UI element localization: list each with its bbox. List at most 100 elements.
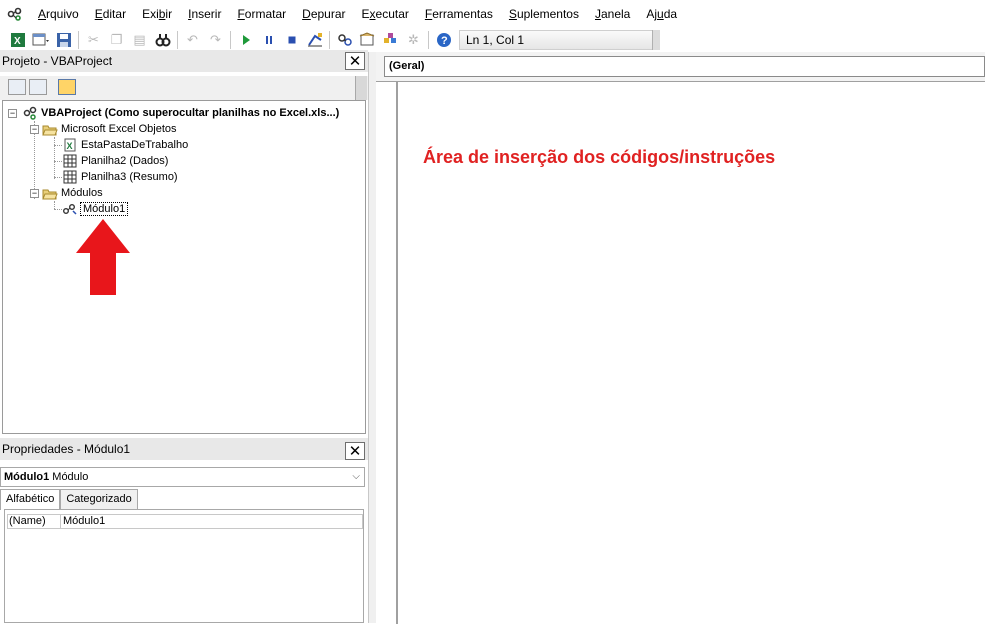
tree-item-label: VBAProject (Como superocultar planilhas … bbox=[41, 107, 340, 119]
run-icon[interactable] bbox=[234, 29, 257, 51]
project-explorer-icon[interactable] bbox=[333, 29, 356, 51]
vba-app-icon[interactable] bbox=[0, 0, 30, 28]
expander-modules[interactable]: − bbox=[30, 189, 39, 198]
property-row-name[interactable]: (Name) Módulo1 bbox=[7, 514, 363, 529]
menu-arquivo[interactable]: Arquivo bbox=[30, 0, 87, 28]
close-icon: ✕ bbox=[348, 442, 362, 460]
tree-item-vbaproject[interactable]: VBAProject (Como superocultar planilhas … bbox=[22, 105, 339, 121]
menu-inserir[interactable]: Inserir bbox=[180, 0, 229, 28]
project-panel-title: Projeto - VBAProject bbox=[0, 50, 368, 72]
tree-item-planilha3[interactable]: Planilha3 (Resumo) bbox=[62, 169, 178, 185]
menu-depurar[interactable]: Depurar bbox=[294, 0, 353, 28]
tree-item-modulo1[interactable]: Módulo1 bbox=[62, 201, 129, 217]
toolbar-separator bbox=[177, 31, 178, 49]
tree-item-label: EstaPastaDeTrabalho bbox=[81, 139, 189, 151]
tree-item-planilha2[interactable]: Planilha2 (Dados) bbox=[62, 153, 168, 169]
tree-connector bbox=[54, 201, 55, 209]
object-dropdown-value: (Geral) bbox=[389, 60, 425, 72]
save-icon[interactable] bbox=[52, 29, 75, 51]
tree-connector bbox=[54, 161, 62, 162]
menu-exibir[interactable]: Exibir bbox=[134, 0, 180, 28]
tree-item-excel-objects[interactable]: Microsoft Excel Objetos bbox=[42, 121, 177, 137]
standard-toolbar: X ✂ ❐ ▤ ↶ ↷ ✲ ? Ln 1, Col 1 bbox=[0, 28, 985, 52]
close-icon: ✕ bbox=[348, 52, 362, 70]
project-panel-close-button[interactable]: ✕ bbox=[345, 52, 365, 70]
menu-editar[interactable]: Editar bbox=[87, 0, 134, 28]
excel-icon[interactable]: X bbox=[6, 29, 29, 51]
toolbar-separator bbox=[329, 31, 330, 49]
svg-text:?: ? bbox=[441, 35, 448, 47]
properties-panel-title-text: Propriedades - Módulo1 bbox=[2, 442, 131, 456]
tree-item-modules[interactable]: Módulos bbox=[42, 185, 103, 201]
object-browser-icon[interactable] bbox=[379, 29, 402, 51]
menu-executar[interactable]: Executar bbox=[354, 0, 417, 28]
tab-categorizado[interactable]: Categorizado bbox=[60, 489, 138, 509]
break-icon[interactable] bbox=[257, 29, 280, 51]
code-margin-bar bbox=[396, 82, 398, 624]
menu-ferramentas[interactable]: Ferramentas bbox=[417, 0, 501, 28]
workbook-icon: X bbox=[62, 138, 78, 152]
menu-ajuda[interactable]: Ajuda bbox=[638, 0, 685, 28]
properties-panel-close-button[interactable]: ✕ bbox=[345, 442, 365, 460]
cursor-position-display: Ln 1, Col 1 bbox=[459, 30, 653, 50]
menu-janela[interactable]: Janela bbox=[587, 0, 638, 28]
insert-userform-icon[interactable] bbox=[29, 29, 52, 51]
tree-connector bbox=[54, 137, 55, 179]
reset-icon[interactable] bbox=[280, 29, 303, 51]
module-icon bbox=[62, 202, 78, 216]
property-divider bbox=[60, 515, 61, 528]
vbaproject-icon bbox=[22, 106, 38, 120]
project-tree: − VBAProject (Como superocultar planilha… bbox=[2, 100, 366, 434]
pane-splitter[interactable] bbox=[368, 52, 376, 623]
tree-item-this-workbook[interactable]: X EstaPastaDeTrabalho bbox=[62, 137, 188, 153]
tree-item-label: Planilha2 (Dados) bbox=[81, 155, 169, 167]
copy-icon[interactable]: ❐ bbox=[105, 29, 128, 51]
properties-window-icon[interactable] bbox=[356, 29, 379, 51]
toggle-folders-button[interactable] bbox=[58, 79, 76, 95]
view-code-button[interactable] bbox=[8, 79, 26, 95]
menu-formatar[interactable]: Formatar bbox=[229, 0, 294, 28]
tree-connector bbox=[54, 177, 62, 178]
toolbar-grip[interactable] bbox=[652, 30, 660, 50]
object-type: Módulo bbox=[52, 471, 89, 483]
help-icon[interactable]: ? bbox=[432, 29, 455, 51]
toolbar-separator bbox=[428, 31, 429, 49]
expander-root[interactable]: − bbox=[8, 109, 17, 118]
chevron-down-icon: ⌵ bbox=[352, 471, 360, 482]
expander-excel-objects[interactable]: − bbox=[30, 125, 39, 134]
tree-item-label: Módulos bbox=[61, 187, 103, 199]
undo-icon[interactable]: ↶ bbox=[181, 29, 204, 51]
object-dropdown[interactable]: (Geral) bbox=[384, 56, 985, 77]
property-key: (Name) bbox=[9, 515, 46, 527]
properties-tabs: Alfabético Categorizado bbox=[0, 489, 138, 510]
properties-panel-title: Propriedades - Módulo1 bbox=[0, 438, 368, 460]
properties-grid: (Name) Módulo1 bbox=[4, 509, 364, 623]
paste-icon[interactable]: ▤ bbox=[128, 29, 151, 51]
tree-item-label: Planilha3 (Resumo) bbox=[81, 171, 178, 183]
tree-item-label: Microsoft Excel Objetos bbox=[61, 123, 177, 135]
project-scrollbar[interactable] bbox=[355, 76, 367, 100]
project-panel-title-text: Projeto - VBAProject bbox=[2, 54, 113, 68]
toolbar-separator bbox=[78, 31, 79, 49]
project-explorer-toolbar bbox=[0, 76, 368, 100]
redo-icon[interactable]: ↷ bbox=[204, 29, 227, 51]
toolbox-icon[interactable]: ✲ bbox=[402, 29, 425, 51]
svg-text:X: X bbox=[67, 141, 73, 151]
cursor-position-text: Ln 1, Col 1 bbox=[466, 33, 525, 47]
worksheet-icon bbox=[62, 154, 78, 168]
design-mode-icon[interactable] bbox=[303, 29, 326, 51]
object-name: Módulo1 bbox=[4, 471, 50, 483]
menu-suplementos[interactable]: Suplementos bbox=[501, 0, 587, 28]
svg-text:X: X bbox=[14, 36, 21, 47]
cut-icon[interactable]: ✂ bbox=[82, 29, 105, 51]
find-icon[interactable] bbox=[151, 29, 174, 51]
toolbar-separator bbox=[230, 31, 231, 49]
properties-object-dropdown[interactable]: Módulo1 Módulo ⌵ bbox=[0, 467, 365, 487]
worksheet-icon bbox=[62, 170, 78, 184]
tab-alfabetico[interactable]: Alfabético bbox=[0, 489, 61, 510]
open-folder-icon bbox=[42, 186, 58, 200]
view-object-button[interactable] bbox=[29, 79, 47, 95]
property-value[interactable]: Módulo1 bbox=[63, 515, 105, 528]
tree-connector bbox=[54, 209, 62, 210]
tree-item-label: Módulo1 bbox=[79, 202, 129, 216]
